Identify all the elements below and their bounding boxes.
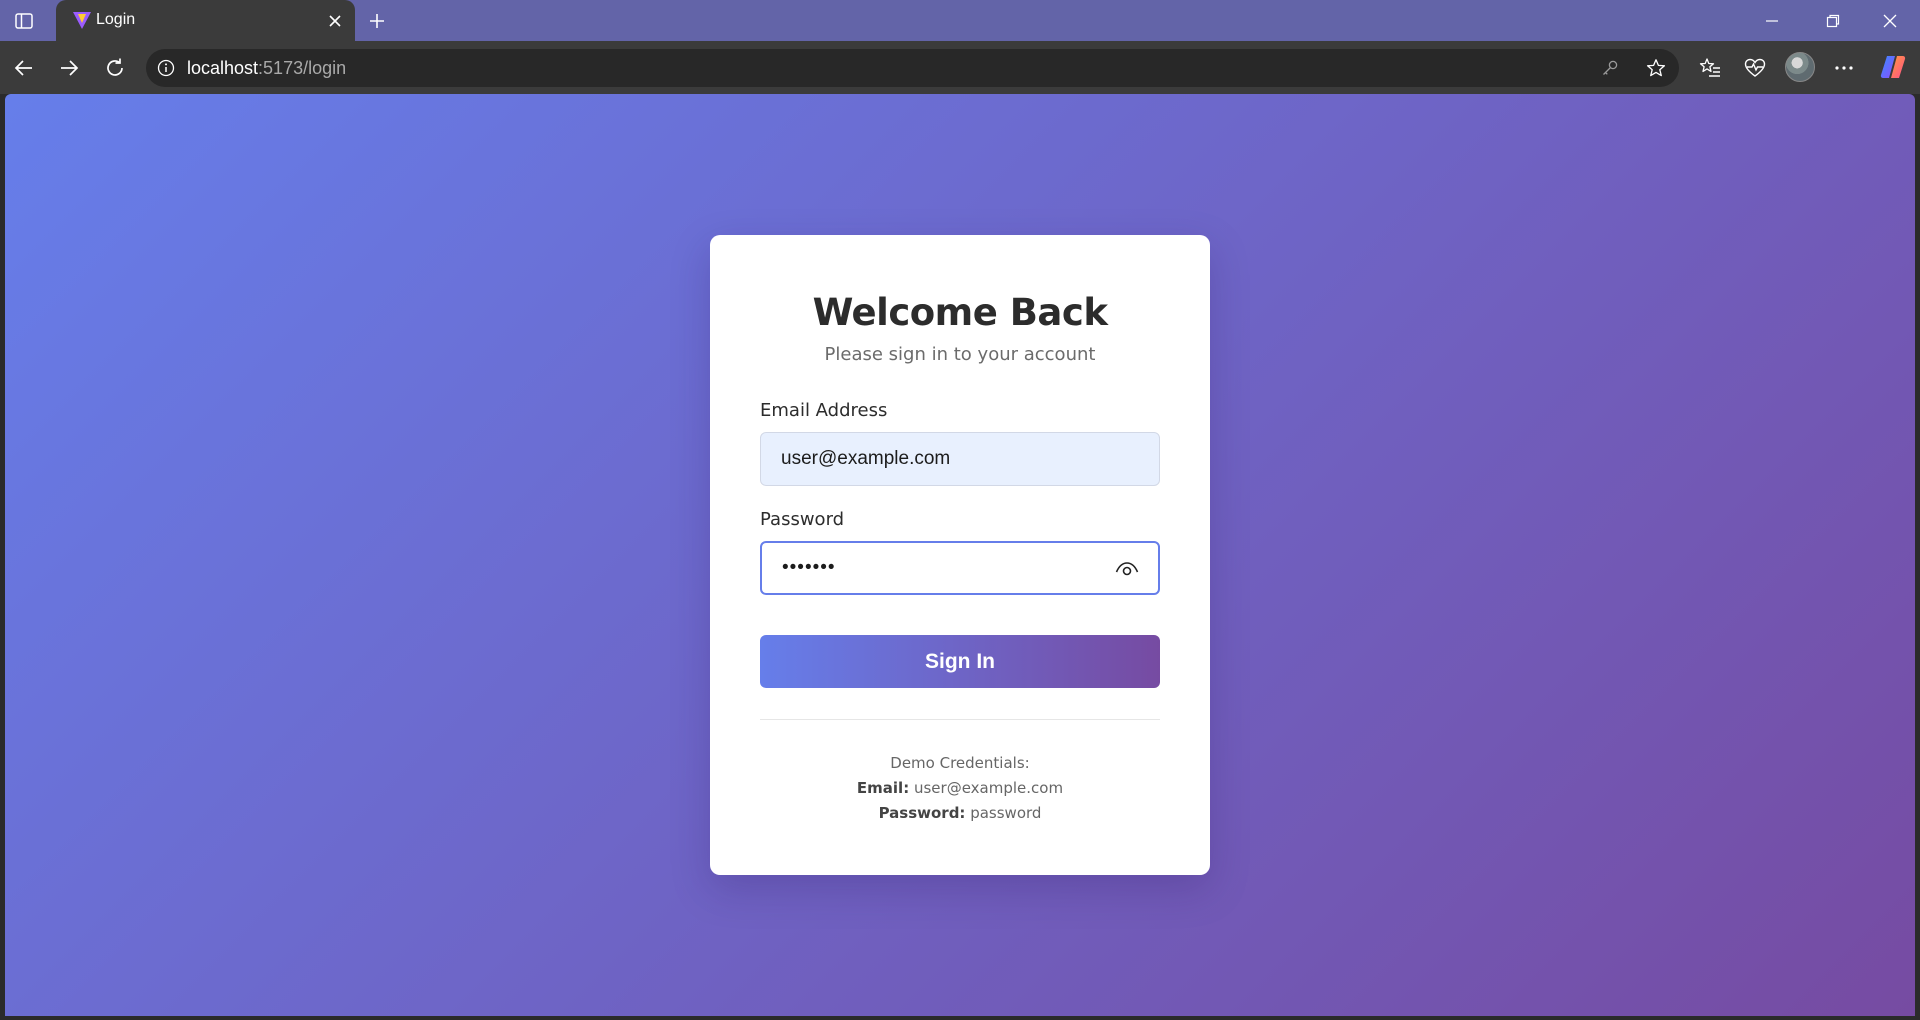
close-window-icon[interactable] xyxy=(1877,8,1903,34)
heartbeat-icon[interactable] xyxy=(1741,54,1769,82)
page-background: Welcome Back Please sign in to your acco… xyxy=(5,94,1915,1016)
tab-title: Login xyxy=(96,11,136,28)
close-icon[interactable] xyxy=(325,11,345,31)
more-icon[interactable] xyxy=(1830,54,1858,82)
favorites-icon[interactable] xyxy=(1696,54,1724,82)
demo-credentials-heading: Demo Credentials: xyxy=(890,754,1030,772)
arrow-right-icon[interactable] xyxy=(55,54,83,82)
address-bar[interactable]: localhost:5173/login xyxy=(146,49,1679,87)
copilot-icon[interactable] xyxy=(1878,52,1908,82)
email-field[interactable]: user@example.com xyxy=(760,432,1160,486)
tab-strip: Login xyxy=(0,0,1920,41)
password-field-value: ••••••• xyxy=(782,557,836,578)
password-label: Password xyxy=(760,509,845,530)
browser-toolbar: localhost:5173/login xyxy=(0,41,1920,94)
minimize-icon[interactable] xyxy=(1759,8,1785,34)
email-label: Email Address xyxy=(760,400,888,421)
demo-email-value: user@example.com xyxy=(913,779,1064,797)
sidebar-toggle-icon[interactable] xyxy=(12,9,36,33)
eye-icon[interactable] xyxy=(1114,559,1140,579)
demo-password-value: password xyxy=(970,804,1042,822)
url-text: localhost:5173/login xyxy=(187,58,346,79)
page-title: Welcome Back xyxy=(812,291,1108,334)
login-card: Welcome Back Please sign in to your acco… xyxy=(710,235,1210,875)
demo-password-label: Password: xyxy=(878,804,966,822)
info-icon[interactable] xyxy=(156,58,176,78)
url-path: :5173/login xyxy=(258,58,347,78)
sign-in-button[interactable]: Sign In xyxy=(760,635,1160,688)
demo-email-line: Email: user@example.com xyxy=(710,779,1210,797)
url-host: localhost xyxy=(187,58,259,78)
key-icon[interactable] xyxy=(1599,57,1621,79)
divider xyxy=(760,719,1160,720)
tab-login[interactable]: Login xyxy=(56,0,355,41)
email-field-value: user@example.com xyxy=(781,448,951,469)
vite-logo-icon xyxy=(72,10,92,30)
page-subtitle: Please sign in to your account xyxy=(824,344,1096,365)
plus-icon[interactable] xyxy=(364,8,390,34)
demo-email-label: Email: xyxy=(856,779,910,797)
avatar[interactable] xyxy=(1785,52,1815,82)
arrow-left-icon[interactable] xyxy=(10,54,38,82)
demo-password-line: Password: password xyxy=(710,804,1210,822)
refresh-icon[interactable] xyxy=(101,54,129,82)
star-icon[interactable] xyxy=(1645,57,1667,79)
restore-icon[interactable] xyxy=(1820,8,1846,34)
password-field[interactable]: ••••••• xyxy=(760,541,1160,595)
